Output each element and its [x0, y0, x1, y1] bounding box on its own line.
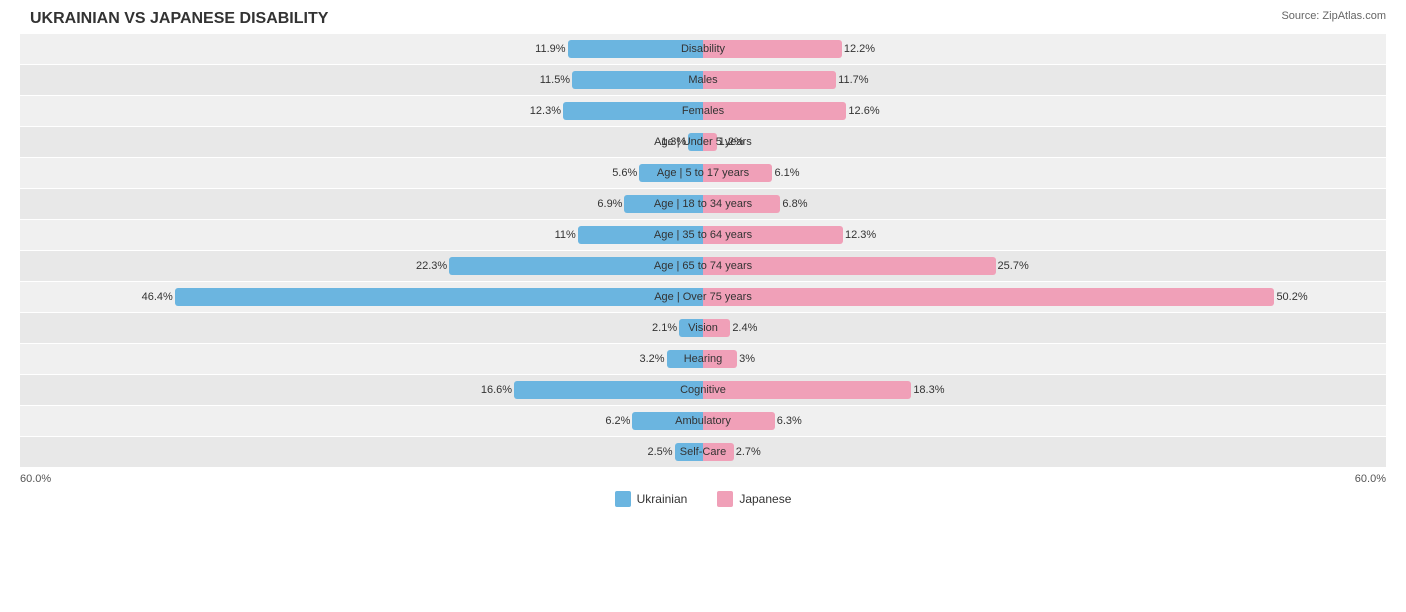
chart-container: UKRAINIAN VS JAPANESE DISABILITY Source:… [0, 0, 1406, 612]
bar-pink [703, 226, 843, 244]
table-row: Females 12.3% 12.6% [20, 96, 1386, 126]
val-japanese: 11.7% [838, 74, 868, 86]
bar-pink [703, 40, 842, 58]
bar-pink [703, 195, 780, 213]
bar-pink [703, 102, 846, 120]
val-ukrainian: 22.3% [416, 260, 447, 272]
val-japanese: 12.6% [848, 105, 879, 117]
bar-blue [624, 195, 703, 213]
val-ukrainian: 11% [555, 229, 576, 241]
legend: Ukrainian Japanese [20, 491, 1386, 507]
bar-blue [675, 443, 703, 461]
table-row: Age | 5 to 17 years 5.6% 6.1% [20, 158, 1386, 188]
val-ukrainian: 46.4% [142, 291, 173, 303]
table-row: Vision 2.1% 2.4% [20, 313, 1386, 343]
bar-blue [449, 257, 703, 275]
chart-source: Source: ZipAtlas.com [1281, 10, 1386, 22]
val-japanese: 25.7% [998, 260, 1029, 272]
legend-label-japanese: Japanese [739, 492, 791, 506]
chart-title: UKRAINIAN VS JAPANESE DISABILITY [20, 10, 1386, 28]
table-row: Self-Care 2.5% 2.7% [20, 437, 1386, 467]
table-row: Ambulatory 6.2% 6.3% [20, 406, 1386, 436]
table-row: Cognitive 16.6% 18.3% [20, 375, 1386, 405]
legend-ukrainian: Ukrainian [615, 491, 688, 507]
val-ukrainian: 2.5% [647, 446, 672, 458]
legend-color-japanese [717, 491, 733, 507]
bar-pink [703, 71, 836, 89]
val-japanese: 6.3% [777, 415, 802, 427]
bar-blue [667, 350, 703, 368]
val-ukrainian: 3.2% [640, 353, 665, 365]
table-row: Age | Over 75 years 46.4% 50.2% [20, 282, 1386, 312]
axis-left-label: 60.0% [20, 473, 51, 485]
bar-blue [514, 381, 703, 399]
val-ukrainian: 16.6% [481, 384, 512, 396]
legend-japanese: Japanese [717, 491, 791, 507]
bar-pink [703, 164, 772, 182]
val-japanese: 50.2% [1276, 291, 1307, 303]
table-row: Age | 18 to 34 years 6.9% 6.8% [20, 189, 1386, 219]
bar-blue [572, 71, 703, 89]
val-ukrainian: 5.6% [612, 167, 637, 179]
table-row: Males 11.5% 11.7% [20, 65, 1386, 95]
bar-pink [703, 443, 734, 461]
table-row: Disability 11.9% 12.2% [20, 34, 1386, 64]
bar-pink [703, 257, 996, 275]
bar-blue [688, 133, 703, 151]
val-ukrainian: 11.5% [540, 74, 570, 86]
val-japanese: 1.2% [719, 136, 744, 148]
val-japanese: 6.1% [774, 167, 799, 179]
legend-color-ukrainian [615, 491, 631, 507]
val-japanese: 18.3% [913, 384, 944, 396]
bar-pink [703, 133, 717, 151]
val-japanese: 3% [739, 353, 755, 365]
table-row: Age | Under 5 years 1.3% 1.2% [20, 127, 1386, 157]
val-japanese: 12.2% [844, 43, 875, 55]
val-ukrainian: 2.1% [652, 322, 677, 334]
bar-blue [175, 288, 703, 306]
bar-pink [703, 288, 1274, 306]
val-japanese: 6.8% [782, 198, 807, 210]
legend-label-ukrainian: Ukrainian [637, 492, 688, 506]
val-japanese: 12.3% [845, 229, 876, 241]
bar-blue [679, 319, 703, 337]
bar-blue [639, 164, 703, 182]
val-japanese: 2.4% [732, 322, 757, 334]
bar-blue [568, 40, 703, 58]
val-ukrainian: 1.3% [661, 136, 686, 148]
val-japanese: 2.7% [736, 446, 761, 458]
val-ukrainian: 6.9% [597, 198, 622, 210]
bar-pink [703, 350, 737, 368]
table-row: Hearing 3.2% 3% [20, 344, 1386, 374]
val-ukrainian: 6.2% [605, 415, 630, 427]
axis-bottom: 60.0% 60.0% [20, 469, 1386, 485]
bar-blue [632, 412, 703, 430]
bar-blue [563, 102, 703, 120]
bar-pink [703, 319, 730, 337]
table-row: Age | 35 to 64 years 11% 12.3% [20, 220, 1386, 250]
bar-pink [703, 381, 911, 399]
table-row: Age | 65 to 74 years 22.3% 25.7% [20, 251, 1386, 281]
bar-pink [703, 412, 775, 430]
chart-rows: Disability 11.9% 12.2% Males 11.5% 11.7%… [20, 34, 1386, 467]
bar-blue [578, 226, 703, 244]
val-ukrainian: 11.9% [535, 43, 565, 55]
val-ukrainian: 12.3% [530, 105, 561, 117]
axis-right-label: 60.0% [1355, 473, 1386, 485]
